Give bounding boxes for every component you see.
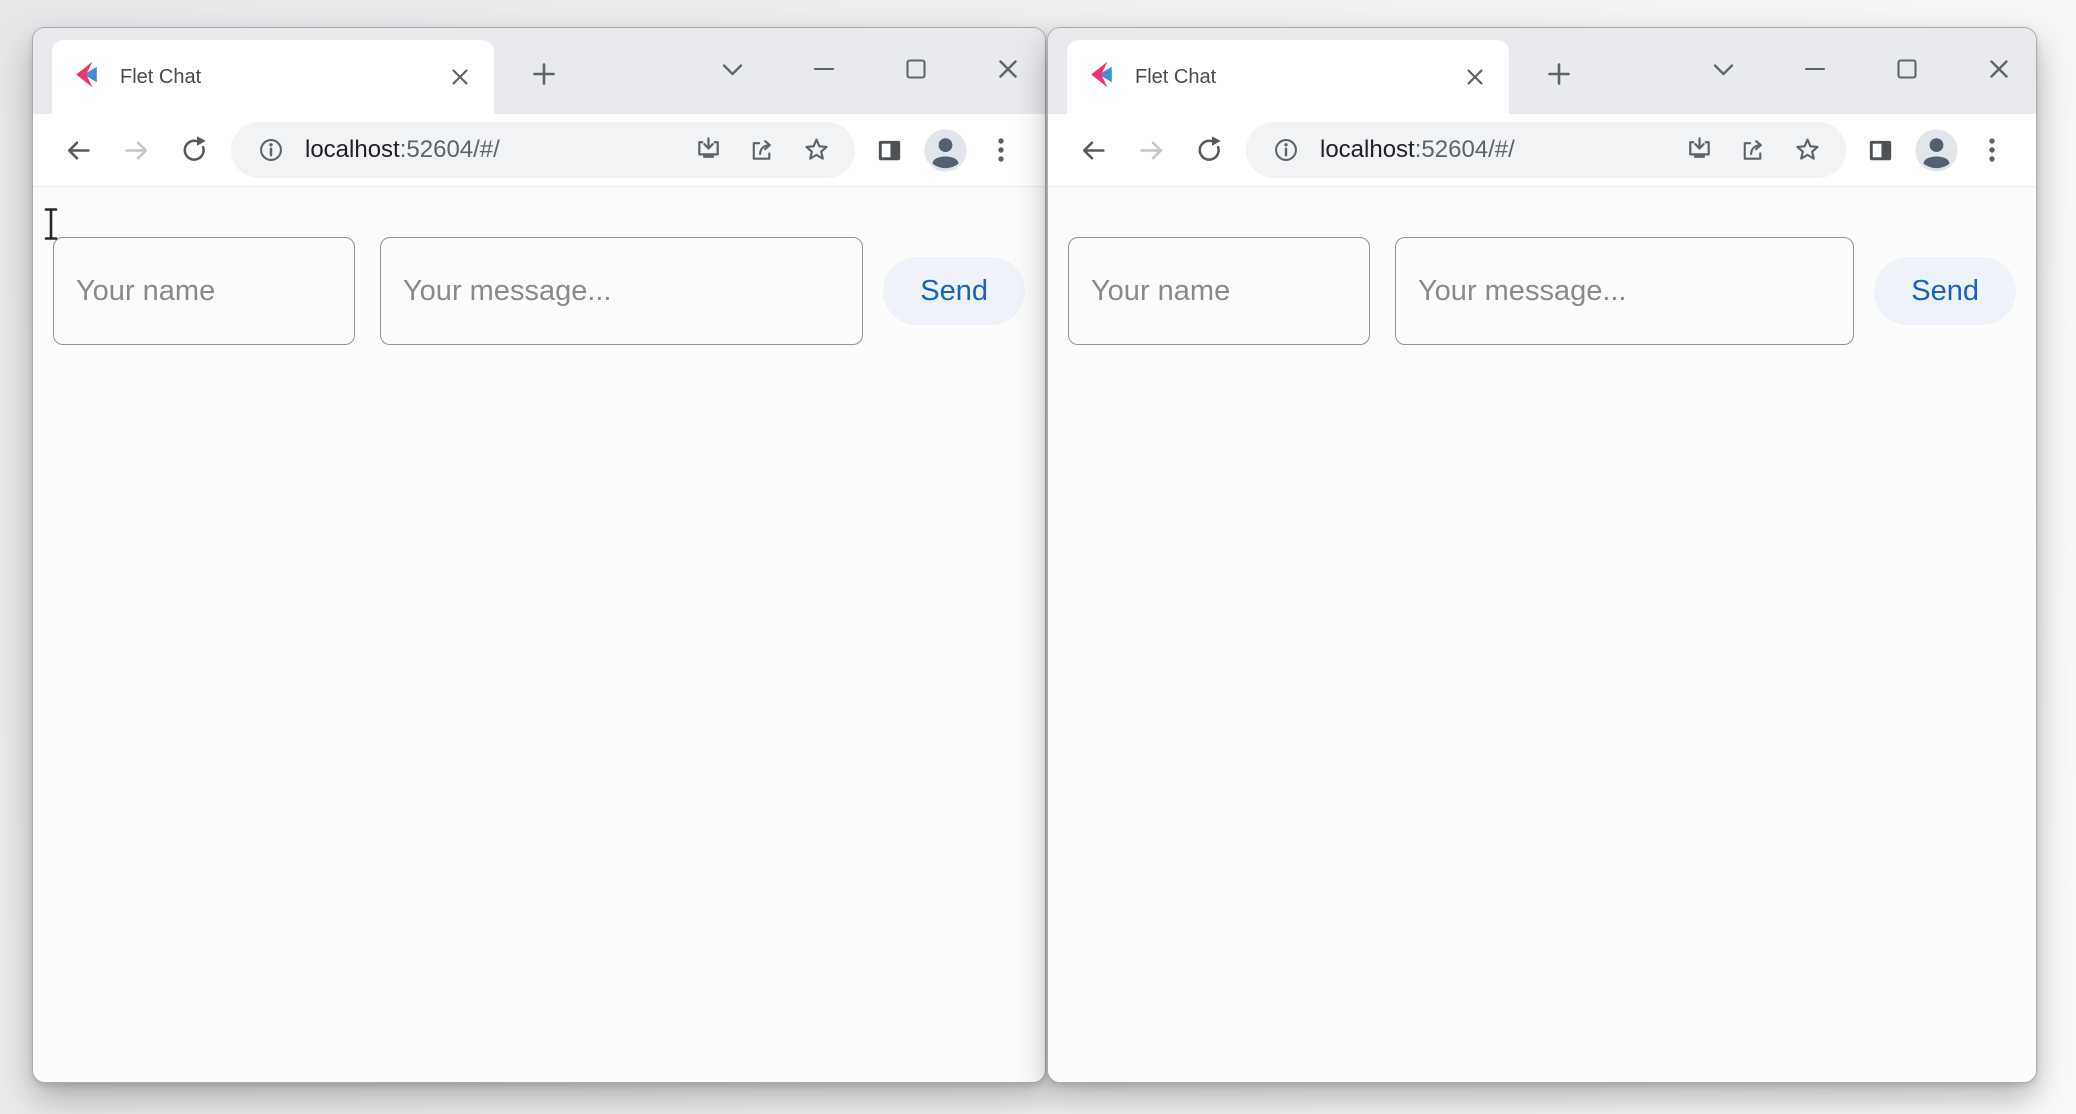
new-tab-button[interactable] xyxy=(518,48,570,100)
install-download-icon[interactable] xyxy=(685,127,731,173)
url-path: :52604/#/ xyxy=(1415,136,1515,163)
back-button[interactable] xyxy=(49,121,107,179)
name-input[interactable] xyxy=(1068,237,1370,345)
tab-close-icon[interactable] xyxy=(1455,57,1495,97)
browser-toolbar: localhost:52604/#/ xyxy=(33,114,1045,186)
tab-strip: Flet Chat xyxy=(1048,28,2036,114)
close-window-button[interactable] xyxy=(983,44,1033,94)
menu-kebab-icon[interactable] xyxy=(1964,122,2020,178)
flet-logo-icon xyxy=(74,61,104,93)
tab-title: Flet Chat xyxy=(120,66,440,89)
site-info-icon[interactable] xyxy=(251,130,291,170)
address-bar[interactable]: localhost:52604/#/ xyxy=(231,122,855,178)
tab-flet-chat[interactable]: Flet Chat xyxy=(52,40,494,114)
text-ibeam-cursor xyxy=(42,207,60,246)
side-panel-icon[interactable] xyxy=(861,122,917,178)
profile-avatar[interactable] xyxy=(1908,122,1964,178)
share-icon[interactable] xyxy=(1730,127,1776,173)
maximize-button[interactable] xyxy=(1882,44,1932,94)
tab-title: Flet Chat xyxy=(1135,66,1455,89)
message-input[interactable] xyxy=(380,237,863,345)
page-content: Send xyxy=(33,186,1045,1082)
window-controls xyxy=(1698,44,2024,94)
browser-window-left: Flet Chat localhost:52604/#/ xyxy=(33,28,1045,1082)
url-host: localhost xyxy=(1320,136,1415,163)
site-info-icon[interactable] xyxy=(1266,130,1306,170)
tab-search-chevron-down-icon[interactable] xyxy=(1698,44,1748,94)
back-button[interactable] xyxy=(1064,121,1122,179)
minimize-button[interactable] xyxy=(1790,44,1840,94)
profile-avatar[interactable] xyxy=(917,122,973,178)
forward-button[interactable] xyxy=(107,121,165,179)
install-download-icon[interactable] xyxy=(1676,127,1722,173)
url-text[interactable]: localhost:52604/#/ xyxy=(305,136,677,164)
url-text[interactable]: localhost:52604/#/ xyxy=(1320,136,1668,164)
send-button[interactable]: Send xyxy=(1874,257,2016,325)
tab-close-icon[interactable] xyxy=(440,57,480,97)
close-window-button[interactable] xyxy=(1974,44,2024,94)
flet-logo-icon xyxy=(1089,61,1119,93)
minimize-button[interactable] xyxy=(799,44,849,94)
url-path: :52604/#/ xyxy=(400,136,500,163)
page-content: Send xyxy=(1048,186,2036,1082)
name-input[interactable] xyxy=(53,237,355,345)
new-tab-button[interactable] xyxy=(1533,48,1585,100)
reload-button[interactable] xyxy=(1180,121,1238,179)
side-panel-icon[interactable] xyxy=(1852,122,1908,178)
bookmark-star-icon[interactable] xyxy=(1784,127,1830,173)
chat-form: Send xyxy=(33,187,1045,345)
tab-search-chevron-down-icon[interactable] xyxy=(707,44,757,94)
url-host: localhost xyxy=(305,136,400,163)
send-button[interactable]: Send xyxy=(883,257,1025,325)
browser-toolbar: localhost:52604/#/ xyxy=(1048,114,2036,186)
address-bar[interactable]: localhost:52604/#/ xyxy=(1246,122,1846,178)
window-controls xyxy=(707,44,1033,94)
bookmark-star-icon[interactable] xyxy=(793,127,839,173)
message-input[interactable] xyxy=(1395,237,1854,345)
forward-button[interactable] xyxy=(1122,121,1180,179)
tab-flet-chat[interactable]: Flet Chat xyxy=(1067,40,1509,114)
browser-window-right: Flet Chat localhost:52604/#/ Sen xyxy=(1048,28,2036,1082)
menu-kebab-icon[interactable] xyxy=(973,122,1029,178)
share-icon[interactable] xyxy=(739,127,785,173)
chat-form: Send xyxy=(1048,187,2036,345)
maximize-button[interactable] xyxy=(891,44,941,94)
reload-button[interactable] xyxy=(165,121,223,179)
tab-strip: Flet Chat xyxy=(33,28,1045,114)
